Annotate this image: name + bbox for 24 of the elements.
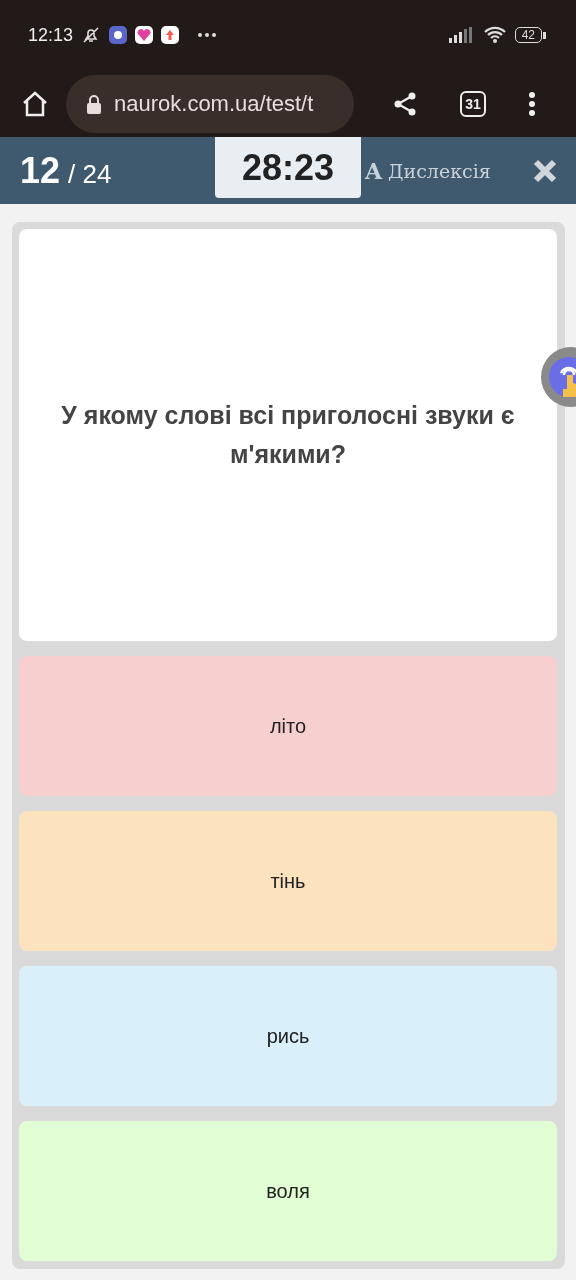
lock-icon xyxy=(86,93,102,114)
answer-option[interactable]: воля xyxy=(19,1121,557,1261)
timer: 28:23 xyxy=(215,137,361,198)
question-total: / 24 xyxy=(68,158,112,190)
question-text: У якому слові всі приголосні звуки є м'якими? xyxy=(60,400,516,470)
status-time: 12:13 xyxy=(28,24,74,46)
url-text: naurok.com.ua/test/t xyxy=(114,90,314,117)
bell-off-icon xyxy=(81,25,102,45)
tabs-button[interactable]: 31 xyxy=(460,90,486,117)
dyslexia-button[interactable]: A Дислексія xyxy=(361,157,491,184)
upload-icon xyxy=(161,26,180,44)
answer-option[interactable]: літо xyxy=(19,656,557,796)
menu-button[interactable] xyxy=(528,90,536,117)
question-number: 12 xyxy=(20,149,61,192)
heart-icon xyxy=(135,26,154,44)
app-icon xyxy=(109,26,128,44)
more-icon xyxy=(197,32,218,38)
share-button[interactable] xyxy=(392,90,418,117)
address-bar[interactable]: naurok.com.ua/test/t xyxy=(66,74,354,133)
close-button[interactable] xyxy=(532,157,558,184)
signal-icon xyxy=(448,27,475,43)
answer-option[interactable]: тінь xyxy=(19,811,557,951)
answer-option[interactable]: рись xyxy=(19,966,557,1106)
wifi-icon xyxy=(482,26,507,44)
